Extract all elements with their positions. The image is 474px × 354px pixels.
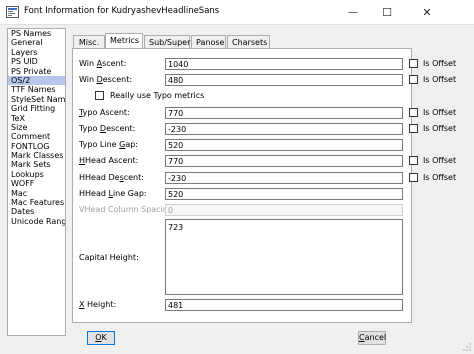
vhead-column-spacing-label: VHead Column Spacing: — [79, 205, 176, 214]
sidebar-item-unicode-ranges[interactable]: Unicode Ranges — [8, 217, 65, 226]
app-icon — [6, 6, 19, 18]
win-ascent-field[interactable]: 1040 — [165, 58, 403, 70]
x-height-label: X Height: — [79, 300, 117, 309]
typo-line-gap-label: Typo Line Gap: — [79, 140, 138, 149]
sidebar-item-ttf-names[interactable]: TTF Names — [8, 85, 65, 94]
hhead-line-gap-field[interactable]: 520 — [165, 188, 403, 200]
hhead-ascent-label: HHead Ascent: — [79, 156, 139, 165]
tab-misc[interactable]: Misc. — [73, 35, 105, 49]
maximize-button[interactable]: ☐ — [370, 0, 404, 24]
sidebar-item-mark-classes[interactable]: Mark Classes — [8, 151, 65, 160]
sidebar-item-fontlog[interactable]: FONTLOG — [8, 142, 65, 151]
ok-button[interactable]: OK — [87, 331, 115, 345]
sidebar-item-styleset-names[interactable]: StyleSet Names — [8, 95, 65, 104]
win-ascent-is-offset-checkbox[interactable] — [409, 59, 418, 68]
really-use-typo-metrics-checkbox[interactable] — [95, 91, 104, 100]
typo-descent-label: Typo Descent: — [79, 124, 136, 133]
win-descent-is-offset-label: Is Offset — [423, 75, 457, 84]
maximize-icon: ☐ — [382, 5, 392, 19]
sidebar-item-woff[interactable]: WOFF — [8, 179, 65, 188]
hhead-line-gap-label: HHead Line Gap: — [79, 189, 147, 198]
title-bar: Font Information for KudryashevHeadlineS… — [0, 0, 474, 24]
hhead-ascent-is-offset-label: Is Offset — [423, 156, 457, 165]
sidebar-item-layers[interactable]: Layers — [8, 48, 65, 57]
sidebar-item-ps-uid[interactable]: PS UID — [8, 57, 65, 66]
win-descent-is-offset-checkbox[interactable] — [409, 75, 418, 84]
cancel-button[interactable]: Cancel — [358, 331, 386, 345]
win-descent-label: Win Descent: — [79, 75, 133, 84]
hhead-descent-label: HHead Descent: — [79, 173, 144, 182]
close-icon: ✕ — [422, 5, 432, 19]
hhead-descent-is-offset-label: Is Offset — [423, 173, 457, 182]
really-use-typo-metrics-label: Really use Typo metrics — [110, 91, 205, 100]
typo-descent-field[interactable]: -230 — [165, 123, 403, 135]
sidebar-item-ps-names[interactable]: PS Names — [8, 29, 65, 38]
hhead-descent-field[interactable]: -230 — [165, 172, 403, 184]
sidebar-item-ps-private[interactable]: PS Private — [8, 67, 65, 76]
typo-descent-is-offset-checkbox[interactable] — [409, 124, 418, 133]
win-ascent-label: Win Ascent: — [79, 59, 127, 68]
sidebar-item-size[interactable]: Size — [8, 123, 65, 132]
sidebar-item-mark-sets[interactable]: Mark Sets — [8, 160, 65, 169]
vhead-column-spacing-field: 0 — [165, 204, 403, 216]
tab-sub-super[interactable]: Sub/Super — [144, 35, 190, 49]
win-ascent-is-offset-label: Is Offset — [423, 59, 457, 68]
sidebar-item-mac-features[interactable]: Mac Features — [8, 198, 65, 207]
typo-ascent-is-offset-label: Is Offset — [423, 108, 457, 117]
minimize-button[interactable]: — — [336, 0, 370, 24]
sidebar-item-general[interactable]: General — [8, 38, 65, 47]
hhead-descent-is-offset-checkbox[interactable] — [409, 173, 418, 182]
tab-metrics[interactable]: Metrics — [105, 33, 143, 49]
tab-charsets[interactable]: Charsets — [227, 35, 270, 49]
resize-grip-icon[interactable] — [463, 343, 471, 351]
typo-ascent-is-offset-checkbox[interactable] — [409, 108, 418, 117]
sidebar-item-lookups[interactable]: Lookups — [8, 170, 65, 179]
tab-panose[interactable]: Panose — [191, 35, 226, 49]
sidebar-item-os2[interactable]: OS/2 — [8, 75, 65, 86]
window-title: Font Information for KudryashevHeadlineS… — [24, 6, 220, 16]
capital-height-field[interactable]: 723 — [165, 219, 403, 295]
category-list: PS Names General Layers PS UID PS Privat… — [7, 28, 66, 336]
typo-line-gap-field[interactable]: 520 — [165, 139, 403, 151]
win-descent-field[interactable]: 480 — [165, 74, 403, 86]
sidebar-item-mac[interactable]: Mac — [8, 189, 65, 198]
sidebar-item-comment[interactable]: Comment — [8, 132, 65, 141]
hhead-ascent-field[interactable]: 770 — [165, 155, 403, 167]
minimize-icon: — — [348, 6, 358, 18]
typo-ascent-label: Typo Ascent: — [79, 108, 130, 117]
typo-descent-is-offset-label: Is Offset — [423, 124, 457, 133]
sidebar-item-dates[interactable]: Dates — [8, 207, 65, 216]
sidebar-item-tex[interactable]: TeX — [8, 114, 65, 123]
capital-height-label: Capital Height: — [79, 253, 139, 262]
close-button[interactable]: ✕ — [410, 0, 444, 24]
sidebar-item-grid-fitting[interactable]: Grid Fitting — [8, 104, 65, 113]
typo-ascent-field[interactable]: 770 — [165, 107, 403, 119]
x-height-field[interactable]: 481 — [165, 299, 403, 311]
hhead-ascent-is-offset-checkbox[interactable] — [409, 156, 418, 165]
